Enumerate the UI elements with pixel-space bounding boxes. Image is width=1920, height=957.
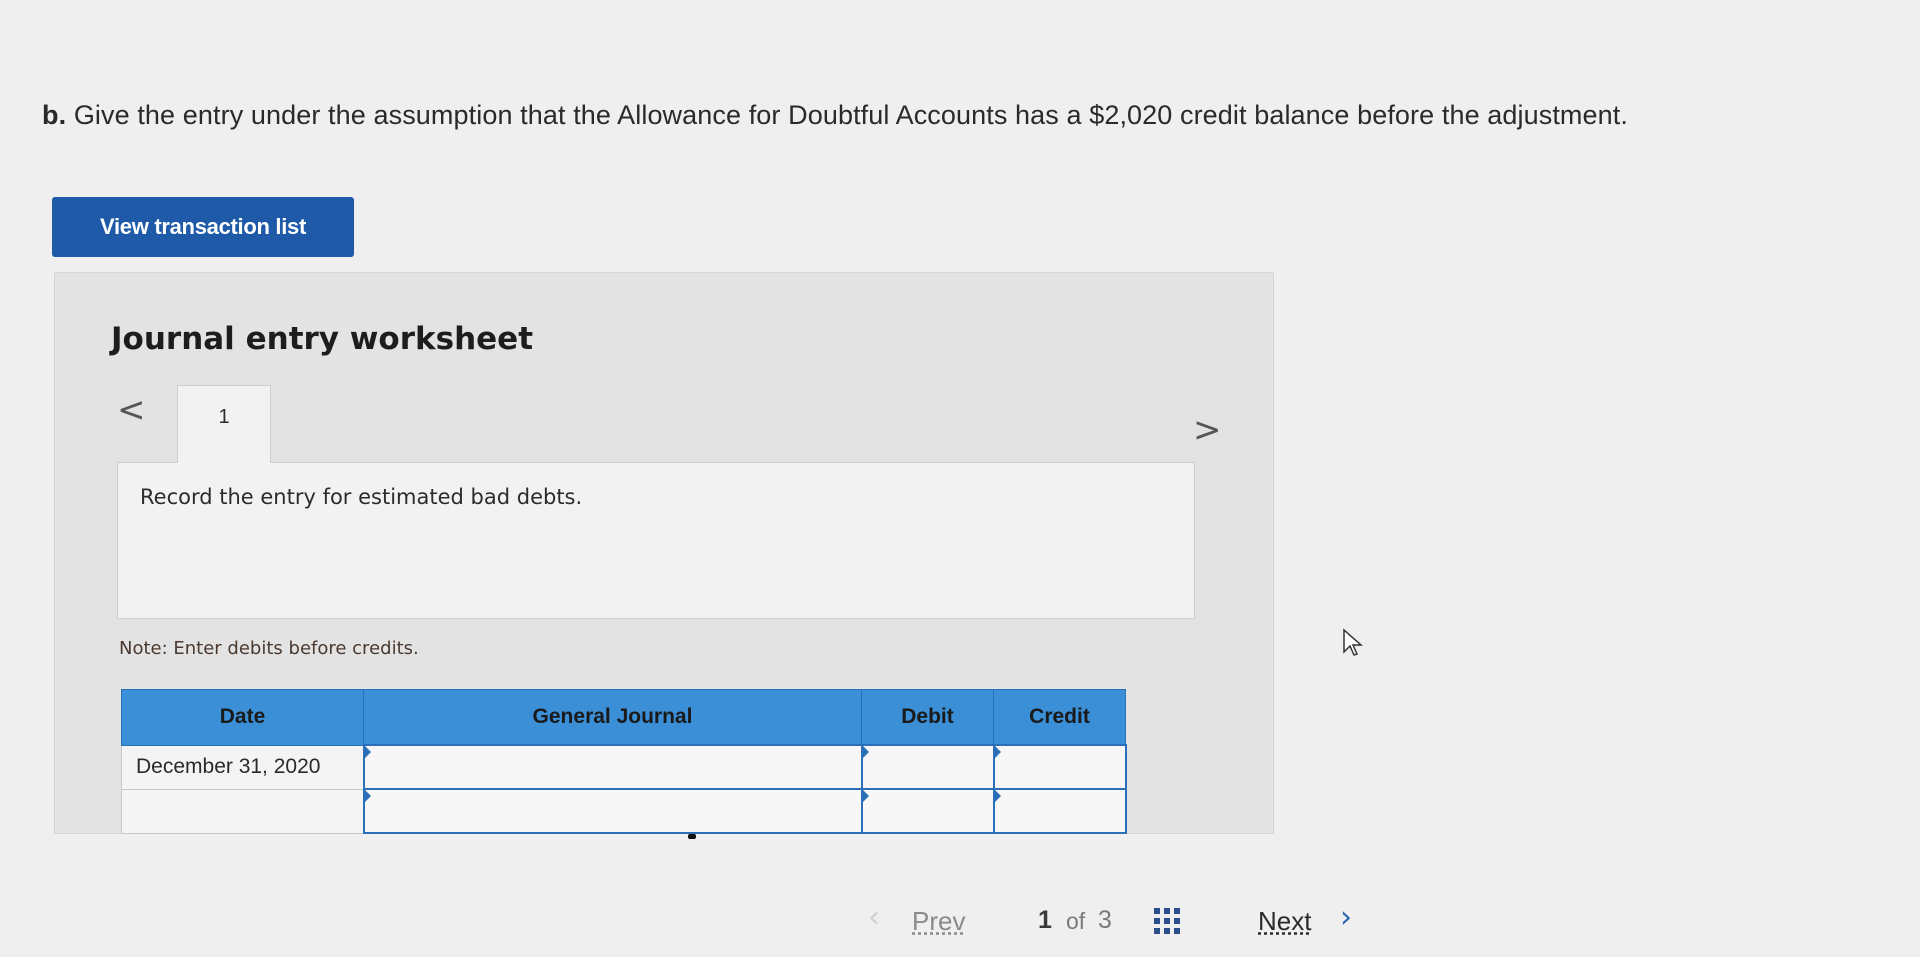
chevron-left-icon[interactable]: ‹ — [868, 900, 880, 935]
table-row: December 31, 2020 — [121, 744, 1127, 790]
table-row — [121, 788, 1127, 834]
dropdown-marker-icon — [862, 790, 869, 802]
column-header-general-journal: General Journal — [363, 689, 862, 746]
debit-cell[interactable] — [860, 744, 995, 790]
account-input[interactable] — [364, 746, 861, 788]
chevron-left-icon[interactable]: < — [117, 393, 146, 427]
credit-cell[interactable] — [992, 744, 1127, 790]
account-input[interactable] — [364, 790, 861, 832]
chevron-right-icon[interactable]: › — [1340, 900, 1352, 935]
question-part-label: b. — [42, 100, 67, 130]
pagination: ‹ Prev 1 of 3 Next › — [0, 900, 1920, 940]
mouse-pointer-icon — [1343, 628, 1363, 656]
dropdown-marker-icon — [994, 790, 1001, 802]
debit-input[interactable] — [862, 746, 993, 788]
prev-button[interactable]: Prev — [912, 906, 965, 937]
view-transaction-list-button[interactable]: View transaction list — [52, 197, 354, 257]
grid-icon[interactable] — [1152, 906, 1182, 936]
date-cell — [121, 788, 364, 834]
page-of-label: of — [1066, 908, 1086, 934]
current-page: 1 — [1038, 906, 1052, 934]
entry-instruction-box: Record the entry for estimated bad debts… — [117, 462, 1195, 619]
dropdown-marker-icon — [994, 746, 1001, 758]
dropdown-marker-icon — [364, 746, 371, 758]
column-header-date: Date — [121, 689, 364, 746]
next-button[interactable]: Next — [1258, 906, 1311, 937]
dropdown-marker-icon — [364, 790, 371, 802]
stray-dot — [688, 834, 696, 839]
date-cell: December 31, 2020 — [121, 744, 364, 790]
debit-cell[interactable] — [860, 788, 995, 834]
debit-input[interactable] — [862, 790, 993, 832]
total-pages: 3 — [1098, 906, 1112, 934]
question-prompt: b. Give the entry under the assumption t… — [42, 100, 1628, 131]
question-text: Give the entry under the assumption that… — [73, 100, 1628, 130]
chevron-right-icon[interactable]: > — [1193, 413, 1222, 447]
account-cell[interactable] — [362, 744, 863, 790]
credit-input[interactable] — [994, 790, 1125, 832]
entry-note: Note: Enter debits before credits. — [119, 638, 419, 659]
account-cell[interactable] — [362, 788, 863, 834]
journal-table: Date General Journal Debit Credit Decemb… — [121, 689, 1127, 834]
journal-header-row: Date General Journal Debit Credit — [121, 689, 1126, 746]
journal-entry-worksheet: Journal entry worksheet < 1 > Record the… — [54, 272, 1274, 839]
entry-instruction: Record the entry for estimated bad debts… — [140, 485, 583, 509]
credit-input[interactable] — [994, 746, 1125, 788]
column-header-debit: Debit — [861, 689, 994, 746]
dropdown-marker-icon — [862, 746, 869, 758]
tab-entry-1[interactable]: 1 — [177, 385, 271, 463]
column-header-credit: Credit — [993, 689, 1126, 746]
worksheet-title: Journal entry worksheet — [111, 321, 534, 357]
credit-cell[interactable] — [992, 788, 1127, 834]
